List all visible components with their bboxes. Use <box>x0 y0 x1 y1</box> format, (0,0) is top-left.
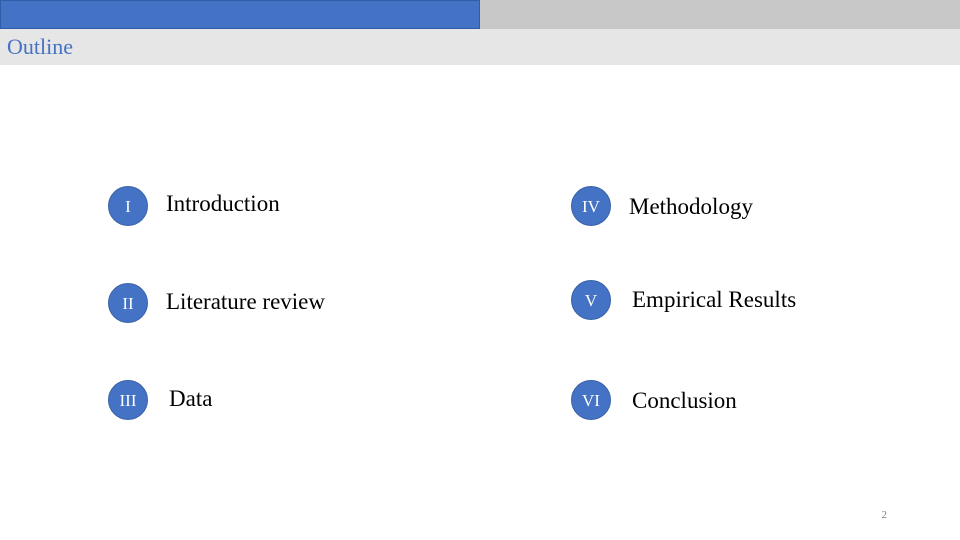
progress-fill <box>0 0 480 29</box>
title-bar: Outline <box>0 29 960 65</box>
outline-item-label: Methodology <box>629 194 753 219</box>
outline-item-label: Empirical Results <box>632 287 797 312</box>
numeral-badge: IV <box>571 186 611 226</box>
outline-item-label: Literature review <box>166 289 325 314</box>
page-number: 2 <box>881 509 888 521</box>
numeral-badge: I <box>108 186 148 226</box>
progress-track <box>0 0 960 29</box>
outline-item-label: Data <box>169 386 213 411</box>
numeral-badge: V <box>571 280 611 320</box>
outline-item-label: Conclusion <box>632 388 737 413</box>
outline-item-label: Introduction <box>166 191 280 216</box>
numeral-badge: VI <box>571 380 611 420</box>
numeral-badge: III <box>108 380 148 420</box>
numeral-badge: II <box>108 283 148 323</box>
slide-title: Outline <box>7 34 73 59</box>
